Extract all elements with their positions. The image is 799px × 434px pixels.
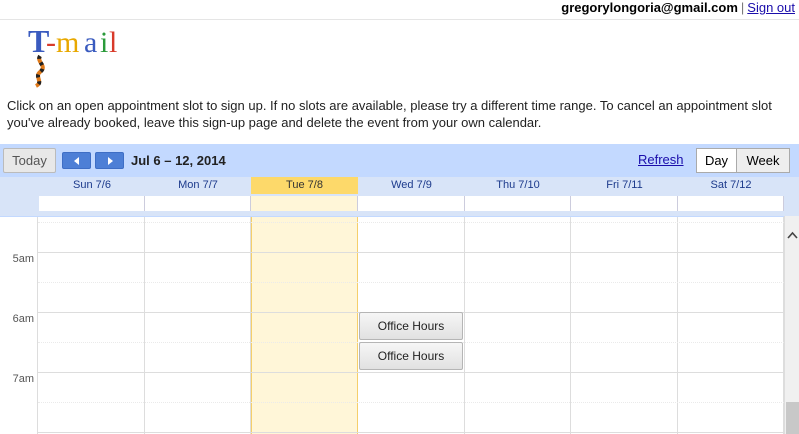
svg-text:-: -: [46, 26, 56, 59]
all-day-cell-2[interactable]: [251, 196, 358, 211]
right-arrow-icon: [107, 157, 113, 165]
hour-line: [38, 372, 784, 373]
all-day-row: [0, 194, 799, 216]
office-hours-slot[interactable]: Office Hours: [359, 312, 463, 340]
next-week-button[interactable]: [95, 152, 124, 169]
time-grid: 5am 6am 7am Office Hours Office Hours: [0, 216, 784, 434]
svg-text:i: i: [100, 26, 108, 59]
calendar-toolbar: Today Jul 6 – 12, 2014 Refresh Day Week: [0, 144, 799, 177]
all-day-cell-6[interactable]: [678, 196, 784, 211]
hour-line: [38, 252, 784, 253]
grid-scrollbar[interactable]: [784, 216, 799, 434]
office-hours-slot[interactable]: Office Hours: [359, 342, 463, 370]
hour-label: 7am: [12, 373, 34, 385]
svg-text:l: l: [109, 26, 117, 59]
svg-text:m: m: [56, 26, 79, 59]
day-header-4: Thu 7/10: [496, 179, 540, 191]
day-header-5: Fri 7/11: [606, 179, 643, 191]
day-header-3: Wed 7/9: [391, 179, 432, 191]
separator: |: [740, 0, 745, 15]
tmail-logo: T - m a i l: [26, 22, 136, 88]
user-email: gregorylongoria@gmail.com: [561, 0, 738, 15]
half-hour-line: [38, 282, 784, 283]
user-area: gregorylongoria@gmail.com | Sign out: [561, 0, 795, 16]
date-range-label: Jul 6 – 12, 2014: [131, 153, 226, 168]
all-day-cell-5[interactable]: [571, 196, 678, 211]
all-day-cell-3[interactable]: [358, 196, 465, 211]
all-day-cell-0[interactable]: [39, 196, 145, 211]
tmail-logo-graphic: T - m a i l: [28, 23, 117, 88]
day-header-2: Tue 7/8: [251, 177, 358, 194]
hour-label: 5am: [12, 253, 34, 265]
day-header-0: Sun 7/6: [73, 179, 111, 191]
top-bar: gregorylongoria@gmail.com | Sign out: [0, 0, 799, 20]
hour-line: [38, 432, 784, 433]
scroll-up-icon[interactable]: [787, 230, 798, 241]
scroll-thumb[interactable]: [786, 402, 799, 434]
all-day-cell-1[interactable]: [145, 196, 251, 211]
day-view-button[interactable]: Day: [697, 149, 737, 172]
half-hour-line: [38, 222, 784, 223]
left-arrow-icon: [73, 157, 79, 165]
day-header-1: Mon 7/7: [178, 179, 218, 191]
view-switcher: Day Week: [696, 148, 790, 173]
previous-week-button[interactable]: [62, 152, 91, 169]
half-hour-line: [38, 402, 784, 403]
hour-label: 6am: [12, 313, 34, 325]
today-button[interactable]: Today: [3, 148, 56, 173]
day-header-row: Sun 7/6 Mon 7/7 Tue 7/8 Wed 7/9 Thu 7/10 Fri …: [0, 177, 799, 194]
all-day-cell-4[interactable]: [465, 196, 571, 211]
time-gutter: 5am 6am 7am: [0, 217, 38, 434]
refresh-link[interactable]: Refresh: [638, 151, 684, 168]
svg-text:a: a: [84, 26, 97, 59]
day-header-6: Sat 7/12: [710, 179, 752, 191]
instructions-text: Click on an open appointment slot to sig…: [7, 98, 772, 130]
sign-out-link[interactable]: Sign out: [747, 0, 795, 15]
week-view-button[interactable]: Week: [737, 149, 789, 172]
